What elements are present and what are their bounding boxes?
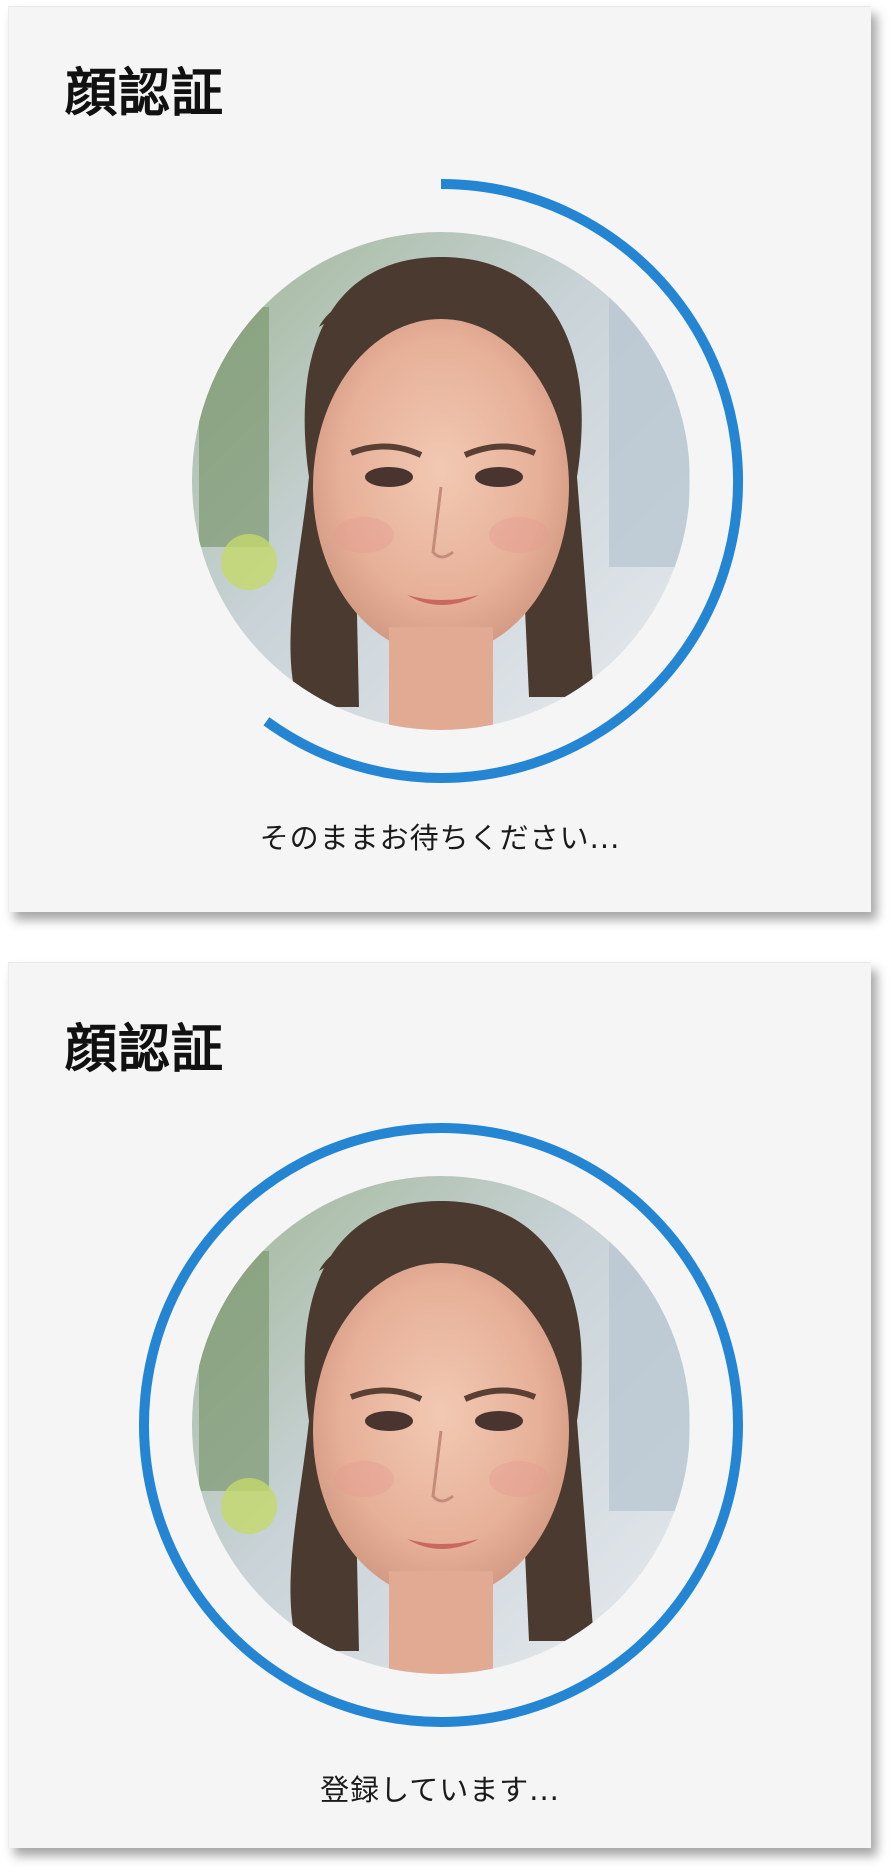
user-face-photo	[192, 1176, 690, 1674]
face-auth-screen-registering: 顔認証 登録しています...	[8, 962, 871, 1848]
face-auth-screen-waiting: 顔認証 そのままお待ちください...	[8, 6, 871, 912]
user-face-photo	[192, 232, 690, 730]
face-capture-area	[139, 1123, 743, 1727]
status-message: 登録しています...	[320, 1773, 560, 1807]
status-message: そのままお待ちください...	[259, 821, 621, 855]
face-capture-area	[192, 179, 743, 783]
